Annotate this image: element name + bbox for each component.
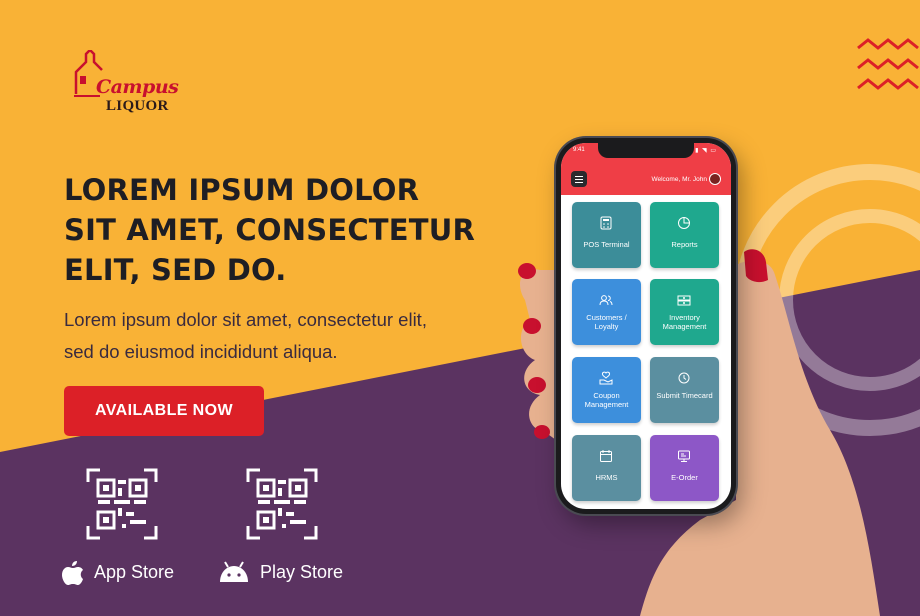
tile-label: Coupon Management xyxy=(584,391,629,409)
tile-submit-timecard[interactable]: Submit Timecard xyxy=(650,357,719,423)
avatar[interactable] xyxy=(709,173,721,185)
phone-mockup: 9:41 ▮ ◥ ▭ Welcome, Mr. John POS Termina… xyxy=(556,138,736,514)
timecard-icon xyxy=(678,372,690,384)
phone-notch xyxy=(598,143,694,158)
tile-label: E-Order xyxy=(671,473,698,482)
e-order-icon xyxy=(678,450,690,462)
phone-screen: 9:41 ▮ ◥ ▭ Welcome, Mr. John POS Termina… xyxy=(561,143,731,509)
hamburger-menu-icon[interactable] xyxy=(571,171,587,187)
tile-label: Customers / Loyalty xyxy=(586,313,627,331)
tile-label: POS Terminal xyxy=(583,240,630,249)
pie-chart-icon xyxy=(678,217,690,229)
status-icons: ▮ ◥ ▭ xyxy=(695,148,717,154)
tile-customers-loyalty[interactable]: Customers / Loyalty xyxy=(572,279,641,345)
tile-reports[interactable]: Reports xyxy=(650,202,719,268)
welcome-text: Welcome, Mr. John xyxy=(651,176,707,183)
inventory-icon xyxy=(677,295,691,306)
status-time: 9:41 xyxy=(573,147,585,153)
tile-label: Inventory Management xyxy=(662,313,707,331)
tile-label: Reports xyxy=(671,240,698,249)
tile-coupon-management[interactable]: Coupon Management xyxy=(572,357,641,423)
tile-e-order[interactable]: E-Order xyxy=(650,435,719,501)
users-icon xyxy=(599,295,613,306)
tile-label: HRMS xyxy=(595,473,618,482)
coupon-icon xyxy=(599,371,613,385)
calculator-icon xyxy=(600,216,612,230)
tile-hrms[interactable]: HRMS xyxy=(572,435,641,501)
calendar-icon xyxy=(600,450,612,462)
tile-pos-terminal[interactable]: POS Terminal xyxy=(572,202,641,268)
tile-label: Submit Timecard xyxy=(656,391,713,400)
app-header: 9:41 ▮ ◥ ▭ Welcome, Mr. John xyxy=(561,143,731,195)
tile-inventory-management[interactable]: Inventory Management xyxy=(650,279,719,345)
hand-illustration xyxy=(518,249,880,616)
